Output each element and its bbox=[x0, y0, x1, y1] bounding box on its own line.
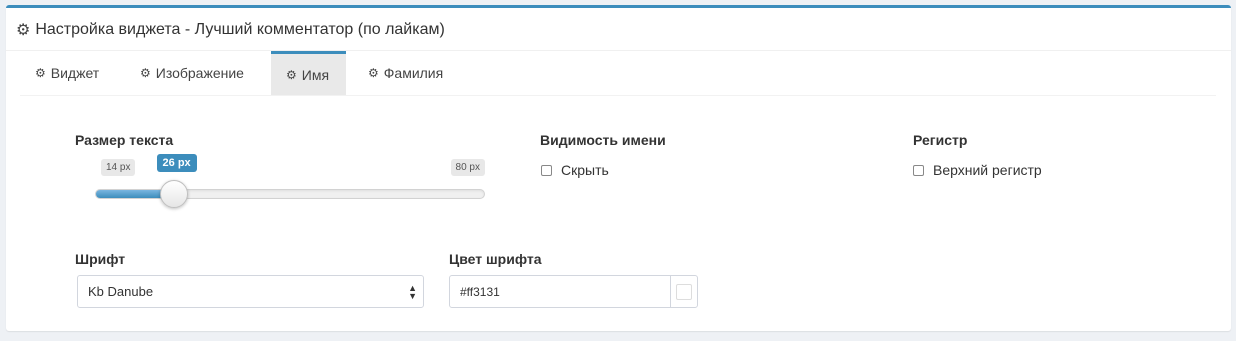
uppercase-checkbox-label: Верхний регистр bbox=[933, 162, 1042, 178]
font-color-label: Цвет шрифта bbox=[449, 251, 542, 267]
panel-header: ⚙ Настройка виджета - Лучший комментатор… bbox=[6, 8, 1231, 51]
tab-label: Фамилия bbox=[383, 65, 444, 81]
font-select[interactable]: Kb Danube ▲ ▼ bbox=[77, 275, 424, 308]
color-swatch bbox=[676, 283, 692, 300]
checkbox-box[interactable] bbox=[913, 164, 924, 176]
tab-label: Виджет bbox=[50, 65, 100, 81]
text-size-slider[interactable]: 14 px 80 px 26 px bbox=[95, 122, 485, 208]
slider-min-label: 14 px bbox=[101, 159, 136, 176]
tab-label: Имя bbox=[301, 66, 330, 83]
font-color-value: #ff3131 bbox=[460, 284, 500, 299]
register-label: Регистр bbox=[913, 132, 968, 148]
hide-name-checkbox[interactable]: Скрыть bbox=[541, 162, 609, 178]
gear-icon: ⚙ bbox=[16, 22, 31, 39]
gear-icon: ⚙ bbox=[286, 67, 297, 82]
color-picker-button[interactable] bbox=[670, 276, 697, 307]
uppercase-checkbox[interactable]: Верхний регистр bbox=[913, 162, 1042, 178]
font-label: Шрифт bbox=[75, 251, 126, 267]
slider-handle[interactable] bbox=[159, 180, 188, 208]
name-visibility-label: Видимость имени bbox=[540, 132, 666, 148]
slider-value-label: 26 px bbox=[156, 154, 197, 172]
tab-label: Изображение bbox=[155, 65, 244, 81]
gear-icon: ⚙ bbox=[368, 66, 379, 80]
select-arrows-icon: ▲ ▼ bbox=[408, 283, 417, 301]
font-select-value: Kb Danube bbox=[88, 284, 154, 299]
gear-icon: ⚙ bbox=[35, 66, 46, 80]
panel-title-text: Настройка виджета - Лучший комментатор (… bbox=[35, 21, 445, 38]
tab-bar: ⚙ Виджет ⚙ Изображение ⚙ Имя ⚙ Фамилия bbox=[20, 51, 1216, 96]
tab-name[interactable]: ⚙ Имя bbox=[271, 51, 346, 95]
tab-widget[interactable]: ⚙ Виджет bbox=[20, 51, 114, 95]
panel-title: ⚙ Настройка виджета - Лучший комментатор… bbox=[16, 20, 445, 40]
hide-name-checkbox-label: Скрыть bbox=[561, 162, 609, 178]
checkbox-box[interactable] bbox=[541, 164, 552, 176]
slider-max-label: 80 px bbox=[450, 159, 485, 176]
tab-surname[interactable]: ⚙ Фамилия bbox=[353, 51, 458, 95]
gear-icon: ⚙ bbox=[140, 66, 151, 80]
slider-track[interactable] bbox=[95, 189, 485, 199]
tab-image[interactable]: ⚙ Изображение bbox=[125, 51, 259, 95]
font-color-input[interactable]: #ff3131 bbox=[449, 275, 698, 308]
